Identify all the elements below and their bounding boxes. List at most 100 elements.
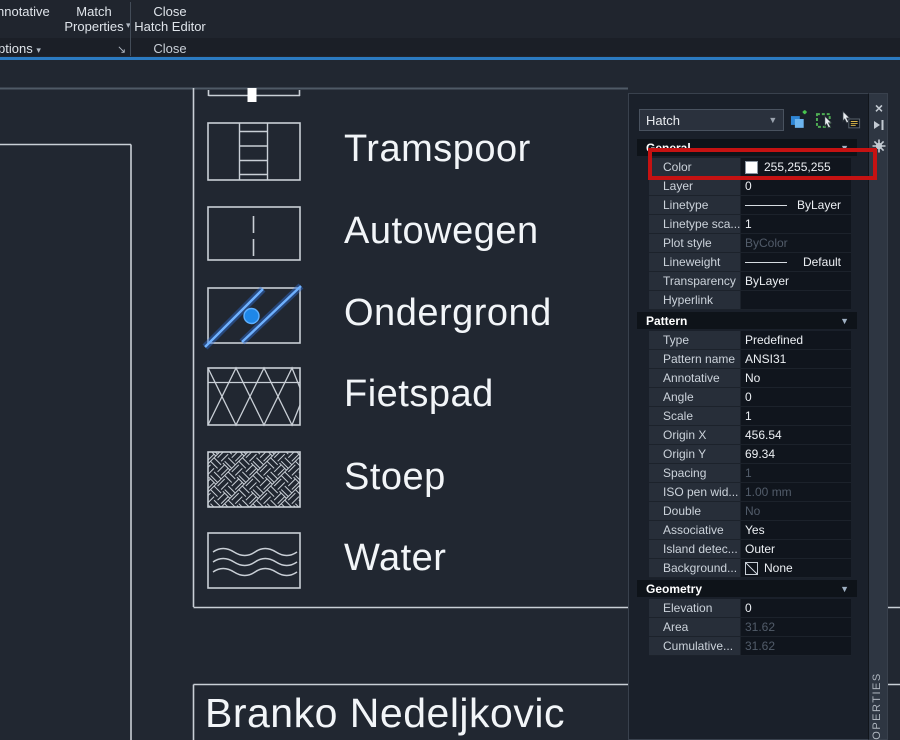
property-row-transparency[interactable]: Transparency ByLayer	[649, 272, 851, 291]
property-row-area[interactable]: Area 31.62	[649, 618, 851, 637]
legend-label-water[interactable]: Water	[344, 537, 446, 580]
section-header-pattern[interactable]: Pattern ▼	[637, 312, 857, 329]
property-label: Transparency	[649, 272, 741, 290]
property-label: Associative	[649, 521, 741, 539]
property-row-type[interactable]: Type Predefined	[649, 331, 851, 350]
property-row-background[interactable]: Background... None	[649, 559, 851, 578]
property-value[interactable]: 0	[741, 599, 851, 617]
title-block-text[interactable]: Branko Nedeljkovic	[205, 690, 565, 737]
property-value[interactable]: Default	[741, 253, 851, 271]
legend-symbol-stoep[interactable]	[207, 451, 301, 508]
left-sheet-rectangle	[0, 143, 132, 740]
property-value[interactable]: 0	[741, 388, 851, 406]
property-row-lineweight[interactable]: Lineweight Default	[649, 253, 851, 272]
legend-label-stoep[interactable]: Stoep	[344, 456, 446, 499]
properties-rows: General ▼ Color 255,255,255 Layer 0 Linetype By…	[629, 139, 869, 658]
options-panel-button[interactable]: ptions ▾	[0, 41, 41, 58]
object-type-dropdown[interactable]: Hatch ▼	[639, 109, 785, 131]
legend-symbol-autowegen[interactable]	[207, 206, 301, 261]
property-value[interactable]: Yes	[741, 521, 851, 539]
property-value[interactable]: ByLayer	[741, 196, 851, 214]
property-row-iso-pen-wid[interactable]: ISO pen wid... 1.00 mm	[649, 483, 851, 502]
linetype-glyph	[745, 261, 787, 263]
property-value[interactable]: 1	[741, 464, 851, 482]
legend-symbol-ondergrond[interactable]	[202, 283, 304, 350]
property-value[interactable]: No	[741, 502, 851, 520]
match-properties-button[interactable]: Match Properties	[58, 4, 130, 34]
property-value[interactable]: 456.54	[741, 426, 851, 444]
hatch-grip-point[interactable]	[243, 307, 260, 325]
autocad-window: Tramspoor Autowegen Ondergrond Fietspad Stoe…	[0, 0, 900, 740]
property-label: Annotative	[649, 369, 741, 387]
property-row-plot-style[interactable]: Plot style ByColor	[649, 234, 851, 253]
close-panel-label: Close	[153, 41, 187, 56]
legend-symbol-fietspad[interactable]	[207, 366, 301, 427]
property-row-scale[interactable]: Scale 1	[649, 407, 851, 426]
property-label: Elevation	[649, 599, 741, 617]
property-label: Hyperlink	[649, 291, 741, 309]
property-label: Angle	[649, 388, 741, 406]
property-row-linetype[interactable]: Linetype ByLayer	[649, 196, 851, 215]
property-row-spacing[interactable]: Spacing 1	[649, 464, 851, 483]
close-hatch-editor-button[interactable]: Close Hatch Editor	[134, 4, 206, 34]
chevron-down-icon: ▼	[840, 583, 849, 594]
annotative-button[interactable]: nnotative	[0, 4, 50, 19]
property-value[interactable]: Outer	[741, 540, 851, 558]
legend-symbol-water[interactable]	[207, 532, 301, 589]
property-value[interactable]: ByLayer	[741, 272, 851, 290]
property-label: Area	[649, 618, 741, 636]
property-row-angle[interactable]: Angle 0	[649, 388, 851, 407]
property-row-cumulative[interactable]: Cumulative... 31.62	[649, 637, 851, 656]
close-icon[interactable]: ×	[869, 100, 889, 116]
toggle-pickadd-icon[interactable]	[789, 110, 810, 130]
property-row-origin-x[interactable]: Origin X 456.54	[649, 426, 851, 445]
property-row-associative[interactable]: Associative Yes	[649, 521, 851, 540]
legend-label-tramspoor[interactable]: Tramspoor	[344, 128, 531, 171]
property-value[interactable]	[741, 291, 851, 309]
property-label: Lineweight	[649, 253, 741, 271]
property-label: Spacing	[649, 464, 741, 482]
property-value[interactable]: 1	[741, 215, 851, 233]
property-value[interactable]: None	[741, 559, 851, 577]
property-value[interactable]: 1.00 mm	[741, 483, 851, 501]
chevron-down-icon: ▼	[840, 315, 849, 326]
dialog-launcher-icon[interactable]: ↘	[117, 43, 126, 56]
palette-titlebar: ×	[868, 93, 888, 740]
property-row-pattern-name[interactable]: Pattern name ANSI31	[649, 350, 851, 369]
property-label: Origin Y	[649, 445, 741, 463]
property-label: Plot style	[649, 234, 741, 252]
property-label: Linetype sca...	[649, 215, 741, 233]
property-value[interactable]: ByColor	[741, 234, 851, 252]
linetype-glyph	[745, 204, 787, 206]
partial-legend-symbol[interactable]	[207, 88, 301, 102]
property-value[interactable]: Predefined	[741, 331, 851, 349]
legend-label-ondergrond[interactable]: Ondergrond	[344, 292, 552, 335]
section-header-geometry[interactable]: Geometry ▼	[637, 580, 857, 597]
legend-symbol-tramspoor[interactable]	[207, 122, 301, 181]
property-row-elevation[interactable]: Elevation 0	[649, 599, 851, 618]
property-row-annotative[interactable]: Annotative No	[649, 369, 851, 388]
property-label: Cumulative...	[649, 637, 741, 655]
property-row-island-detec[interactable]: Island detec... Outer	[649, 540, 851, 559]
grip-square[interactable]	[247, 88, 257, 102]
property-value[interactable]: 31.62	[741, 637, 851, 655]
legend-label-autowegen[interactable]: Autowegen	[344, 210, 539, 253]
select-objects-icon[interactable]	[815, 110, 836, 130]
legend-label-fietspad[interactable]: Fietspad	[344, 373, 494, 416]
palette-vertical-title: PROPERTIES	[871, 672, 883, 740]
property-value[interactable]: No	[741, 369, 851, 387]
property-row-double[interactable]: Double No	[649, 502, 851, 521]
property-row-hyperlink[interactable]: Hyperlink	[649, 291, 851, 310]
property-row-linetype-sca[interactable]: Linetype sca... 1	[649, 215, 851, 234]
property-label: Background...	[649, 559, 741, 577]
property-label: Type	[649, 331, 741, 349]
property-row-origin-y[interactable]: Origin Y 69.34	[649, 445, 851, 464]
auto-hide-pin-icon[interactable]	[869, 118, 889, 132]
property-label: Scale	[649, 407, 741, 425]
property-value[interactable]: ANSI31	[741, 350, 851, 368]
property-value[interactable]: 69.34	[741, 445, 851, 463]
quick-select-icon[interactable]	[840, 110, 861, 130]
property-value[interactable]: 1	[741, 407, 851, 425]
property-value[interactable]: 31.62	[741, 618, 851, 636]
panel-separator	[130, 2, 131, 56]
